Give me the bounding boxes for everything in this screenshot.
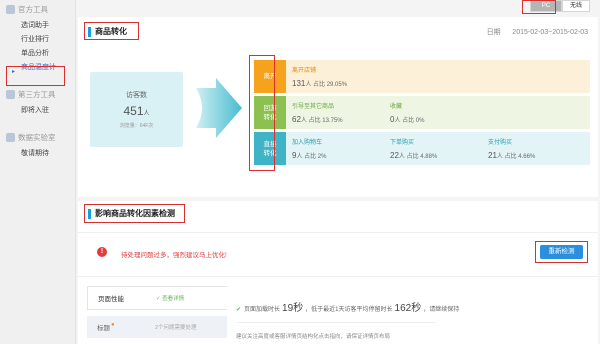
- sidebar-item-item-analysis[interactable]: 单品分析: [0, 47, 75, 61]
- funnel-body: 加入购物车 9人 占比 2% 下单购买 22人 占比 4.88% 支付购买 21…: [286, 132, 590, 165]
- sidebar-item-keyword-helper[interactable]: 选词助手: [0, 19, 75, 33]
- visitor-card: 访客数 451人 浏览量：64F次: [90, 72, 183, 147]
- pageview-count: 浏览量：64F次: [119, 123, 154, 129]
- visitor-value: 451人: [123, 104, 150, 118]
- tab-page-performance[interactable]: 页面性能 ✓ 查看详情: [87, 286, 227, 310]
- funnel-row-direct: 直接 转化 加入购物车 9人 占比 2% 下单购买 22人 占比 4.88% 支付…: [254, 132, 590, 165]
- sidebar-group-official: 官方工具: [0, 2, 75, 16]
- tab-title[interactable]: 标题 ● 2个问题需要处理: [87, 316, 227, 338]
- funnel-body: 离开店铺 131人 占比 29.05%: [286, 60, 590, 93]
- performance-note: 建议关注高度或客服详情页结构化点击指向，请保证详情页布局: [236, 334, 391, 340]
- sidebar-item-coming-soon[interactable]: 即将入驻: [0, 104, 75, 118]
- highlight-box: [522, 0, 556, 14]
- metric-leave-shop: 离开店铺 131人 占比 29.05%: [292, 68, 348, 88]
- warning-icon: !: [97, 247, 107, 257]
- divider: [78, 232, 598, 233]
- check-icon: ✔: [236, 307, 242, 313]
- date-range[interactable]: 日期 2015-02-03~2015-02-03: [487, 27, 588, 37]
- sidebar-group-lab: 数据实验室: [0, 130, 75, 144]
- flask-icon: [6, 132, 15, 142]
- highlight-box: [6, 66, 65, 86]
- metric-add-cart: 加入购物车 9人 占比 2%: [292, 140, 327, 160]
- highlight-box: [249, 55, 275, 171]
- performance-detail: ✔ 页面加载时长 19秒 ，低于最近1天访客平均停留时长 162秒 ，请继续保持…: [236, 286, 596, 340]
- metric-paid: 支付购买 21人 占比 4.66%: [488, 140, 536, 160]
- sidebar: 官方工具 选词助手 行业排行 单品分析 ▸ 商品温度计 第三方工具 即将入驻 数…: [0, 0, 76, 344]
- alert-dot-icon: ●: [111, 321, 115, 328]
- puzzle-icon: [6, 89, 15, 99]
- highlight-box: [84, 22, 139, 40]
- divider: [236, 322, 436, 323]
- tab-status: ✓ 查看详情: [156, 296, 185, 302]
- highlight-box: [84, 204, 185, 223]
- conversion-funnel: 离开 离开店铺 131人 占比 29.05% 回游 转化 引导至其它商品 62人 …: [254, 60, 590, 168]
- metric-favorite: 收藏 0人 占比 0%: [390, 104, 425, 124]
- factor-tabs: 页面性能 ✓ 查看详情 标题 ● 2个问题需要处理: [87, 286, 227, 344]
- flow-arrow-icon: [196, 78, 242, 138]
- funnel-row-return: 回游 转化 引导至其它商品 62人 占比 13.75% 收藏 0人 占比 0%: [254, 96, 590, 129]
- performance-summary: ✔ 页面加载时长 19秒 ，低于最近1天访客平均停留时长 162秒 ，请继续保持: [236, 303, 460, 314]
- metric-order: 下单购买 22人 占比 4.88%: [390, 140, 438, 160]
- funnel-row-leave: 离开 离开店铺 131人 占比 29.05%: [254, 60, 590, 93]
- sidebar-group-third-party: 第三方工具: [0, 87, 75, 101]
- alert-message: 待处理问题过多，强烈建议马上优化!: [121, 252, 227, 259]
- highlight-box: [535, 241, 588, 263]
- sidebar-group-label: 官方工具: [18, 4, 48, 14]
- sidebar-group-label: 第三方工具: [18, 89, 56, 99]
- visitor-label: 访客数: [126, 92, 147, 99]
- sidebar-item-stay-tuned[interactable]: 敬请期待: [0, 147, 75, 161]
- sidebar-item-industry-rank[interactable]: 行业排行: [0, 33, 75, 47]
- funnel-body: 引导至其它商品 62人 占比 13.75% 收藏 0人 占比 0%: [286, 96, 590, 129]
- wireless-tab[interactable]: 无线: [562, 0, 590, 12]
- metric-other-items: 引导至其它商品 62人 占比 13.75%: [292, 104, 343, 124]
- shield-icon: [6, 4, 15, 14]
- sidebar-group-label: 数据实验室: [18, 132, 56, 142]
- divider: [78, 276, 598, 277]
- tab-status: 2个问题需要处理: [155, 325, 197, 331]
